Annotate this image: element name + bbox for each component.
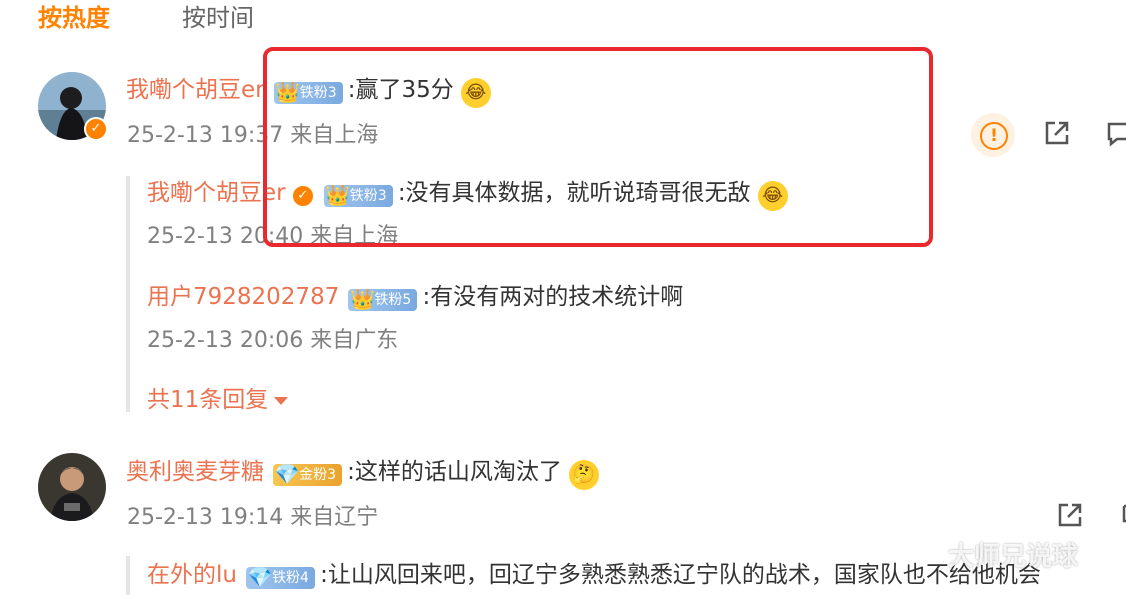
comment-icon[interactable]	[1102, 118, 1126, 152]
comment-date: 25-2-13 19:14	[127, 505, 284, 530]
reply-thread-bar	[126, 556, 130, 595]
more-replies-link[interactable]: 共11条回复	[147, 383, 289, 417]
tab-by-hot[interactable]: 按热度	[38, 2, 110, 34]
crown-icon: 👑	[349, 286, 375, 311]
diamond-icon: 💎	[274, 461, 300, 486]
share-icon[interactable]	[1040, 118, 1074, 152]
comment-icon[interactable]	[1110, 500, 1126, 534]
share-icon[interactable]	[1053, 500, 1087, 534]
fan-badge: 👑 铁粉5	[348, 287, 418, 311]
comment-location: 来自辽宁	[290, 505, 379, 530]
tab-by-time[interactable]: 按时间	[182, 2, 254, 34]
comment-text: :这样的话山风淘汰了	[347, 459, 562, 485]
reply-meta: 25-2-13 20:06 来自广东	[147, 326, 398, 356]
comment-date: 25-2-13 19:37	[127, 123, 284, 148]
reply-text: :让山风回来吧，回辽宁多熟悉熟悉辽宁队的战术，国家队也不给他机会	[320, 562, 1041, 588]
thinking-emoji: 🤔	[568, 459, 599, 490]
caret-down-icon	[274, 396, 289, 405]
highlight-box	[263, 47, 933, 247]
report-button[interactable]: !	[971, 113, 1015, 157]
reply-date: 25-2-13 20:06	[147, 328, 304, 353]
watermark: 大师兄说球	[948, 542, 1079, 572]
comment-header: 奥利奥麦芽糖 💎 金粉3 :这样的话山风淘汰了 🤔	[126, 455, 599, 490]
report-icon: !	[980, 122, 1008, 150]
reply-location: 来自广东	[310, 328, 399, 353]
username[interactable]: 我嘞个胡豆er	[126, 77, 265, 103]
comment-meta: 25-2-13 19:14 来自辽宁	[127, 503, 378, 533]
reply-header: 用户7928202787 👑 铁粉5 :有没有两对的技术统计啊	[147, 280, 683, 314]
reply-text: :有没有两对的技术统计啊	[422, 284, 684, 310]
fan-badge: 💎 金粉3	[273, 462, 343, 486]
diamond-icon: 💎	[247, 564, 273, 589]
reply-username[interactable]: 用户7928202787	[147, 284, 339, 310]
fan-badge: 💎 铁粉4	[246, 565, 315, 589]
reply-header: 在外的lu 💎 铁粉4 :让山风回来吧，回辽宁多熟悉熟悉辽宁队的战术，国家队也不给…	[147, 558, 1041, 592]
verified-icon: ✓	[84, 117, 108, 141]
reply-thread-bar	[126, 176, 130, 412]
reply-username[interactable]: 在外的lu	[147, 562, 237, 588]
avatar[interactable]	[38, 453, 106, 521]
username[interactable]: 奥利奥麦芽糖	[126, 459, 264, 485]
